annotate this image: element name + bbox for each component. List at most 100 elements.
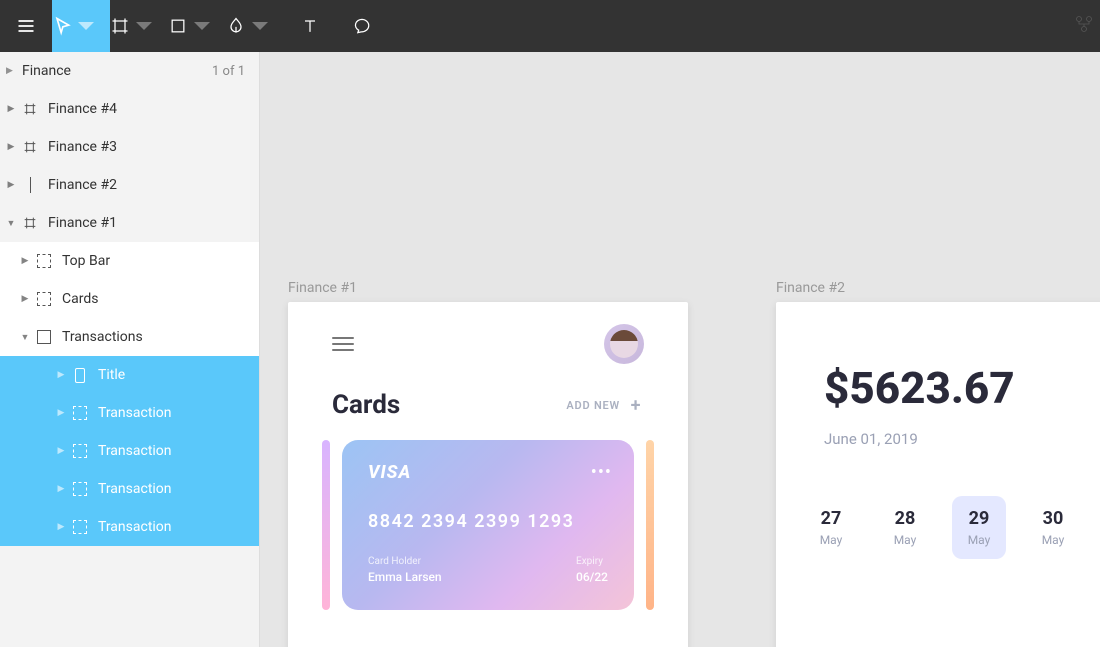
artboard-tool[interactable] [110,0,168,52]
artboard-icon [20,101,40,117]
chevron-down-icon[interactable]: ▼ [6,218,16,229]
chevron-down-icon [134,16,154,36]
date-day: 29 [969,508,990,529]
artboard-finance-1[interactable]: Cards ADD NEW + VISA ••• 8842 2394 2399 … [288,302,688,647]
layer-label: Transactions [62,329,259,345]
date-day: 30 [1043,508,1064,529]
chevron-right-icon[interactable]: ▶ [56,484,66,494]
artboard-label[interactable]: Finance #2 [776,280,845,296]
chevron-right-icon: ▶ [6,66,16,76]
mockup-topbar [288,302,688,382]
chevron-right-icon[interactable]: ▶ [56,408,66,418]
page-row[interactable]: ▶ Finance 1 of 1 [0,52,259,90]
chevron-right-icon[interactable]: ▶ [6,180,16,190]
group-icon [70,405,90,421]
layer-label: Transaction [98,519,259,535]
group-icon [70,519,90,535]
layer-label: Top Bar [62,253,259,269]
expiry-value: 06/22 [576,570,608,584]
rectangle-icon [34,329,54,345]
layer-row[interactable]: ▼ Finance #1 [0,204,259,242]
avatar[interactable] [604,324,644,364]
line-icon [20,177,40,193]
balance-section: $5623.67 June 01, 2019 [776,302,1100,456]
group-icon [70,443,90,459]
date-month: May [1042,533,1065,547]
cards-title: Cards [332,390,400,420]
card-next[interactable] [646,440,654,610]
chevron-right-icon[interactable]: ▶ [56,370,66,380]
version-icon[interactable] [1074,14,1094,34]
chevron-down-icon [192,16,212,36]
cards-header: Cards ADD NEW + [288,382,688,440]
layer-row[interactable]: ▶ Transaction [0,394,259,432]
artboard-icon [110,16,130,36]
layer-row[interactable]: ▶ Transaction [0,508,259,546]
card-number: 8842 2394 2399 1293 [368,511,608,532]
artboard-icon [20,139,40,155]
balance-date: June 01, 2019 [824,430,1100,448]
layer-label: Transaction [98,405,259,421]
shape-tool[interactable] [168,0,226,52]
text-icon [300,16,320,36]
layer-row[interactable]: ▶ Finance #2 [0,166,259,204]
layer-label: Finance #1 [48,215,259,231]
credit-card[interactable]: VISA ••• 8842 2394 2399 1293 Card Holder… [342,440,634,610]
layer-label: Finance #3 [48,139,259,155]
layer-label: Transaction [98,443,259,459]
layer-row[interactable]: ▶ Cards [0,280,259,318]
text-tool[interactable] [284,0,336,52]
layer-row[interactable]: ▶ Top Bar [0,242,259,280]
date-month: May [968,533,991,547]
chevron-right-icon[interactable]: ▶ [20,294,30,304]
layer-label: Finance #2 [48,177,259,193]
phone-icon [70,367,90,383]
group-icon [34,253,54,269]
chevron-right-icon[interactable]: ▶ [56,446,66,456]
artboard-label[interactable]: Finance #1 [288,280,357,296]
comment-tool[interactable] [336,0,388,52]
menu-button[interactable] [0,0,52,52]
pen-tool[interactable] [226,0,284,52]
group-icon [34,291,54,307]
chevron-down-icon[interactable]: ▼ [20,332,30,343]
select-tool[interactable] [52,0,110,52]
layer-row[interactable]: ▶Transaction [0,470,259,508]
layer-row[interactable]: ▶ Transaction [0,432,259,470]
date-pill[interactable]: 29 May [952,496,1006,559]
plus-icon: + [628,397,644,413]
layer-row[interactable]: ▶ Finance #4 [0,90,259,128]
date-day: 28 [895,508,916,529]
card-prev[interactable] [322,440,330,610]
canvas[interactable]: Finance #1 Cards ADD NEW + VISA ••• 8842… [260,52,1100,647]
add-new-button[interactable]: ADD NEW + [566,397,644,413]
date-month: May [820,533,843,547]
speech-bubble-icon [352,16,372,36]
page-counter: 1 of 1 [212,64,245,79]
date-pill[interactable]: 30 May [1026,496,1080,559]
chevron-right-icon[interactable]: ▶ [6,142,16,152]
card-brand: VISA [368,462,608,483]
hamburger-icon[interactable] [332,337,354,351]
page-name: Finance [22,63,71,79]
holder-value: Emma Larsen [368,570,442,584]
chevron-right-icon[interactable]: ▶ [56,522,66,532]
date-day: 27 [821,508,842,529]
date-pill[interactable]: 27 May [804,496,858,559]
date-pill[interactable]: 28May [878,496,932,559]
toolbar [0,0,1100,52]
ellipsis-icon[interactable]: ••• [591,462,612,483]
layer-row[interactable]: ▼ Transactions [0,318,259,356]
artboard-icon [20,215,40,231]
layer-row[interactable]: ▶ Finance #3 [0,128,259,166]
layer-row[interactable]: ▶ Title [0,356,259,394]
layer-label: Finance #4 [48,101,259,117]
main: ▶ Finance 1 of 1 ▶Finance #4▶Finance #3▶… [0,52,1100,647]
layer-label: Cards [62,291,259,307]
rectangle-icon [168,16,188,36]
artboard-finance-2[interactable]: $5623.67 June 01, 2019 27May28May29May30… [776,302,1100,647]
chevron-right-icon[interactable]: ▶ [20,256,30,266]
add-new-label: ADD NEW [566,399,620,412]
layer-label: Title [98,367,259,383]
chevron-right-icon[interactable]: ▶ [6,104,16,114]
